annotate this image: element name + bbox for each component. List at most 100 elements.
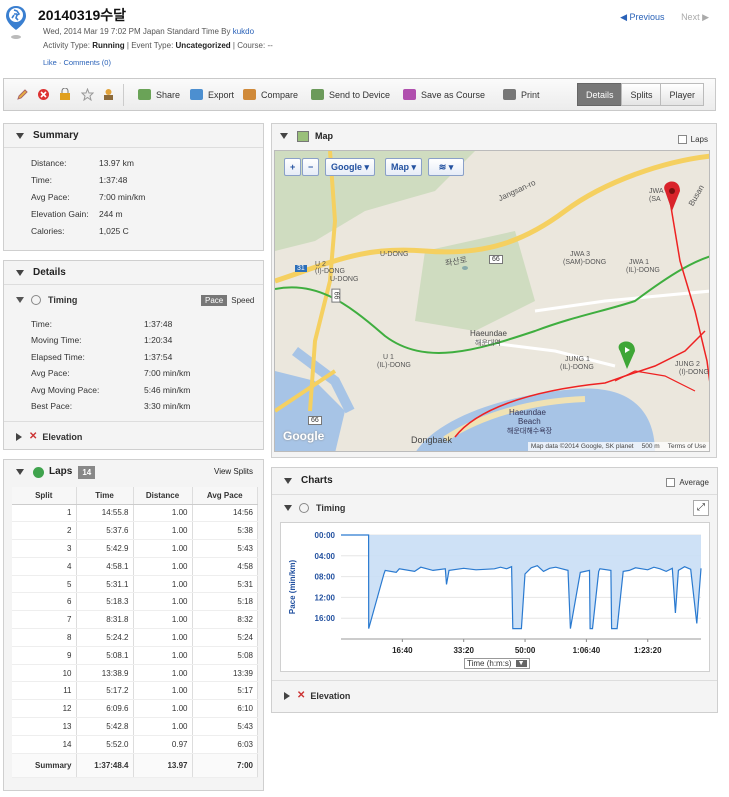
send-to-device-button[interactable]: Send to Device: [311, 89, 390, 100]
map-label: U-DONG: [330, 276, 359, 283]
tab-details[interactable]: Details: [576, 83, 623, 106]
column-header[interactable]: Split: [12, 487, 77, 505]
zoom-out-button[interactable]: −: [302, 158, 320, 176]
view-splits-link[interactable]: View Splits: [214, 467, 253, 476]
details-panel: Details Timing Pace Speed Time: 1:37:48 M…: [3, 260, 264, 450]
table-cell: 6:03: [192, 735, 258, 754]
comments-link[interactable]: Comments (0): [63, 58, 111, 67]
toolbar-divider: [123, 84, 124, 106]
pace-toggle[interactable]: Pace: [201, 295, 228, 306]
pace-chart[interactable]: 00:00 04:00 08:00 12:00 16:00 Pace (min/km) 16…: [281, 523, 711, 673]
collapse-triangle-icon: [16, 269, 24, 276]
table-row: 13 5:42.8 1.00 5:43: [12, 717, 258, 736]
dropdown-arrow-icon: ▼: [515, 660, 527, 667]
column-header[interactable]: Time: [76, 487, 134, 505]
summary-panel: Summary Distance: 13.97 km Time: 1:37:48 A…: [3, 123, 264, 251]
tab-player[interactable]: Player: [660, 83, 704, 106]
table-cell: 1.00: [133, 592, 193, 612]
map-canvas[interactable]: Jangsan-ro Busan U-DONG U 2 (I)-DONG U 1…: [274, 150, 710, 452]
y-tick-label: 12:00: [315, 593, 336, 602]
table-cell: 5:17: [192, 681, 258, 701]
table-cell: 13:39: [192, 664, 258, 683]
map-label: (IL)-DONG: [626, 267, 660, 274]
table-cell: 9: [12, 646, 77, 665]
summary-header[interactable]: Summary: [4, 124, 263, 148]
details-header[interactable]: Details: [4, 261, 263, 285]
average-checkbox[interactable]: Average: [666, 478, 709, 488]
elevation-subheader[interactable]: ✕ Elevation: [16, 431, 82, 442]
table-row: 12 6:09.6 1.00 6:10: [12, 699, 258, 719]
favorite-star-icon[interactable]: [81, 88, 94, 101]
table-cell: 5:24.2: [76, 628, 134, 647]
collapse-triangle-icon: [16, 297, 24, 303]
charts-timing-subheader[interactable]: Timing: [284, 503, 345, 513]
previous-link[interactable]: ◀ Previous: [620, 12, 664, 22]
column-header[interactable]: Avg Pace: [192, 487, 258, 505]
x-axis-select[interactable]: Time (h:m:s) ▼: [464, 658, 530, 669]
table-cell: 1.00: [133, 699, 193, 719]
delete-icon[interactable]: [37, 88, 50, 101]
x-tick-label: 16:40: [392, 646, 413, 655]
collapse-triangle-icon: [284, 505, 292, 511]
table-cell: 1.00: [133, 628, 193, 647]
tab-splits[interactable]: Splits: [621, 83, 662, 106]
map-provider-select[interactable]: Google ▾: [325, 158, 376, 176]
table-cell: 14:56: [192, 504, 258, 523]
table-cell: 6: [12, 592, 77, 612]
table-cell: 1: [12, 504, 77, 523]
edit-pencil-icon[interactable]: [16, 88, 29, 101]
map-label: (SAM)-DONG: [563, 259, 607, 266]
print-button[interactable]: Print: [503, 89, 540, 100]
pace-speed-toggle: Pace Speed: [201, 295, 258, 306]
table-cell: 8:31.8: [76, 610, 134, 630]
google-logo: Google: [283, 429, 325, 443]
expand-chart-button[interactable]: ⤢: [693, 500, 709, 516]
table-row: 9 5:08.1 1.00 5:08: [12, 646, 258, 665]
badge-icon[interactable]: [102, 88, 115, 101]
table-cell: 12: [12, 699, 77, 719]
summary-cell: 13.97: [133, 752, 193, 778]
author-link[interactable]: kukdo: [233, 27, 254, 36]
y-tick-label: 00:00: [315, 531, 336, 540]
laps-panel: Laps 14 View Splits Split Time Distance …: [3, 459, 264, 791]
compare-button[interactable]: Compare: [243, 89, 298, 100]
terms-link[interactable]: Terms of Use: [668, 443, 706, 450]
map-header[interactable]: Map: [272, 124, 716, 148]
route-shield: 31: [295, 265, 307, 272]
map-label: Dongbaek: [411, 435, 453, 445]
map-label: U-DONG: [380, 251, 409, 258]
view-tabs: Details Splits Player: [576, 83, 704, 106]
dropdown-arrow-icon: ▾: [364, 162, 370, 172]
map-type-select[interactable]: Map ▾: [385, 158, 423, 176]
layers-button[interactable]: ≋ ▾: [428, 158, 464, 176]
column-header[interactable]: Distance: [133, 487, 193, 505]
like-link[interactable]: Like: [43, 58, 57, 67]
zoom-in-button[interactable]: +: [284, 158, 302, 176]
share-button[interactable]: Share: [138, 89, 180, 100]
charts-elevation-subheader[interactable]: ✕ Elevation: [284, 690, 350, 701]
map-laps-checkbox[interactable]: Laps: [677, 135, 708, 145]
table-cell: 5:42.8: [76, 717, 134, 736]
map-label: JWA: [649, 188, 664, 195]
collapse-triangle-icon: [16, 132, 24, 139]
charts-header[interactable]: Charts: [272, 468, 717, 495]
table-cell: 1.00: [133, 610, 193, 630]
laps-table: Split Time Distance Avg Pace 1 14:55.8 1.0…: [12, 487, 258, 778]
privacy-lock-icon[interactable]: [59, 88, 72, 101]
map-label: Beach: [518, 417, 541, 426]
map-label: JUNG 2: [675, 361, 700, 368]
map-label: JWA 3: [570, 251, 590, 258]
table-cell: 4: [12, 557, 77, 576]
table-cell: 1.00: [133, 521, 193, 541]
send-to-device-icon: [311, 89, 324, 100]
save-as-course-button[interactable]: Save as Course: [403, 89, 485, 100]
table-cell: 5:08: [192, 646, 258, 665]
table-cell: 1.00: [133, 664, 193, 683]
export-button[interactable]: Export: [190, 89, 234, 100]
timing-subheader[interactable]: Timing: [16, 295, 77, 305]
chart-area: 00:00 04:00 08:00 12:00 16:00 Pace (min/km) 16…: [280, 522, 710, 672]
activity-meta: Activity Type: Running | Event Type: Unc…: [43, 41, 273, 50]
activity-header: 20140319수달 Wed, 2014 Mar 19 7:02 PM Japa…: [0, 0, 729, 74]
speed-toggle[interactable]: Speed: [227, 295, 258, 306]
next-link[interactable]: Next ▶: [681, 12, 709, 22]
